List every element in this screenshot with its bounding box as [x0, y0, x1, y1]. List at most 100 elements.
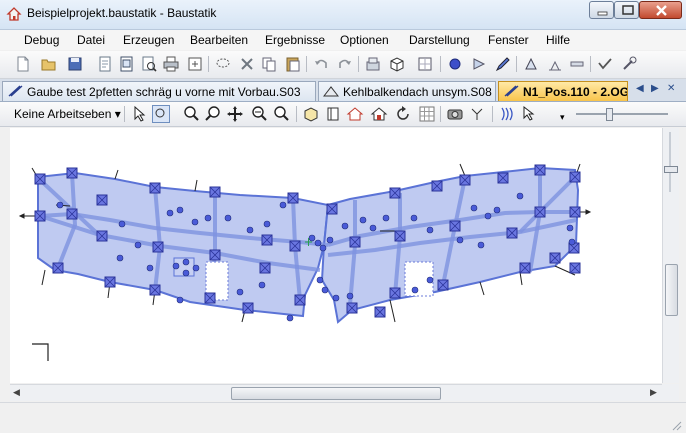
check-icon[interactable] [596, 55, 614, 73]
support-node-icon[interactable] [149, 284, 161, 296]
node-icon[interactable] [446, 55, 464, 73]
scroll-left-icon[interactable]: ◀ [13, 387, 20, 398]
mesh-node[interactable] [346, 292, 354, 300]
mesh-node[interactable] [477, 241, 485, 249]
mesh-node[interactable] [568, 238, 576, 246]
workplane-dropdown[interactable]: Keine Arbeitseben ▾ [14, 107, 121, 121]
mesh-node[interactable] [426, 226, 434, 234]
mesh-node[interactable] [116, 254, 124, 262]
camera-icon[interactable] [446, 105, 464, 123]
mesh-node[interactable] [279, 201, 287, 209]
minimize-button[interactable] [589, 1, 614, 19]
menu-erzeugen[interactable]: Erzeugen [123, 33, 174, 47]
mesh-node[interactable] [332, 294, 340, 302]
print-preview-icon[interactable] [118, 55, 136, 73]
wave-icon[interactable] [498, 105, 516, 123]
pan-icon[interactable] [226, 105, 244, 123]
support-node-icon[interactable] [289, 240, 301, 252]
vertical-scroll-thumb[interactable] [665, 264, 678, 316]
open-folder-icon[interactable] [40, 55, 58, 73]
preview-icon[interactable] [140, 55, 158, 73]
mesh-node[interactable] [192, 264, 200, 272]
mesh-node[interactable] [516, 192, 524, 200]
mesh-node[interactable] [382, 214, 390, 222]
pencil-icon[interactable] [494, 55, 512, 73]
support-node-icon[interactable] [437, 279, 449, 291]
beam-icon[interactable] [568, 55, 586, 73]
tools-icon[interactable] [620, 55, 638, 73]
undo-icon[interactable] [312, 55, 330, 73]
view-layers-icon[interactable] [364, 55, 382, 73]
mesh-node[interactable] [321, 286, 329, 294]
slab-left[interactable] [37, 171, 330, 318]
support-node-icon[interactable] [326, 203, 338, 215]
mesh-node[interactable] [118, 220, 126, 228]
support-node-icon[interactable] [52, 262, 64, 274]
tab-n1-pos-110[interactable]: N1_Pos.110 - 2.OG. [498, 81, 628, 101]
mesh-node[interactable] [319, 244, 327, 252]
horizontal-scroll-thumb[interactable] [231, 387, 441, 400]
support-node-icon[interactable] [569, 262, 581, 274]
support-node-icon[interactable] [96, 194, 108, 206]
support-node-icon[interactable] [389, 187, 401, 199]
menu-fenster[interactable]: Fenster [488, 33, 529, 47]
mesh-node[interactable] [314, 239, 322, 247]
support-node-icon[interactable] [569, 171, 581, 183]
support-node-icon[interactable] [104, 276, 116, 288]
iso-view-icon[interactable] [302, 105, 320, 123]
support-node-icon[interactable] [449, 220, 461, 232]
menu-datei[interactable]: Datei [77, 33, 105, 47]
menu-optionen[interactable]: Optionen [340, 33, 389, 47]
support-node-icon[interactable] [374, 306, 386, 318]
tab-scroll-right-icon[interactable]: ▶ [651, 83, 659, 94]
mesh-node[interactable] [246, 226, 254, 234]
mesh-node[interactable] [326, 236, 334, 244]
export-icon[interactable] [186, 55, 204, 73]
mesh-node[interactable] [426, 276, 434, 284]
mesh-node[interactable] [176, 296, 184, 304]
mesh-node[interactable] [182, 258, 190, 266]
mesh-node[interactable] [258, 281, 266, 289]
page-icon[interactable] [96, 55, 114, 73]
support-node-icon[interactable] [497, 172, 509, 184]
connect-icon[interactable] [468, 105, 486, 123]
copy-icon[interactable] [260, 55, 278, 73]
support-node-icon[interactable] [534, 164, 546, 176]
paste-icon[interactable] [284, 55, 302, 73]
support-node-icon[interactable] [506, 227, 518, 239]
support-node-icon[interactable] [519, 262, 531, 274]
support-node-icon[interactable] [346, 302, 358, 314]
support-node-icon[interactable] [204, 292, 216, 304]
menu-bearbeiten[interactable]: Bearbeiten [190, 33, 248, 47]
mesh-node[interactable] [236, 288, 244, 296]
support-node-icon[interactable] [287, 192, 299, 204]
support-node-icon[interactable] [34, 173, 46, 185]
menu-debug[interactable]: Debug [24, 33, 59, 47]
structural-model-drawing[interactable] [10, 128, 662, 383]
maximize-button[interactable] [614, 1, 639, 19]
structure-icon[interactable] [416, 55, 434, 73]
support-node-icon[interactable] [242, 302, 254, 314]
support-node-icon[interactable] [459, 174, 471, 186]
delete-icon[interactable] [238, 55, 256, 73]
support-node-icon[interactable] [152, 241, 164, 253]
resize-grip-icon[interactable] [670, 419, 682, 431]
front-view-icon[interactable] [324, 105, 342, 123]
zoom-window-icon[interactable] [250, 105, 268, 123]
support-node-icon[interactable] [209, 249, 221, 261]
tab-kehlbalkendach[interactable]: Kehlbalkendach unsym.S08 [318, 81, 496, 101]
support-node-icon[interactable] [261, 234, 273, 246]
support-node-icon[interactable] [66, 208, 78, 220]
zoom-icon[interactable] [204, 105, 222, 123]
redo-icon[interactable] [336, 55, 354, 73]
support-icon[interactable] [546, 55, 564, 73]
zoom-slider-thumb[interactable] [606, 108, 613, 121]
support-node-icon[interactable] [431, 180, 443, 192]
mesh-node[interactable] [411, 286, 419, 294]
pointer-icon[interactable] [130, 105, 148, 123]
mesh-node[interactable] [176, 206, 184, 214]
mesh-node[interactable] [263, 220, 271, 228]
tab-close-icon[interactable]: ✕ [667, 83, 675, 94]
mesh-node[interactable] [172, 262, 180, 270]
model-canvas[interactable] [10, 128, 662, 383]
